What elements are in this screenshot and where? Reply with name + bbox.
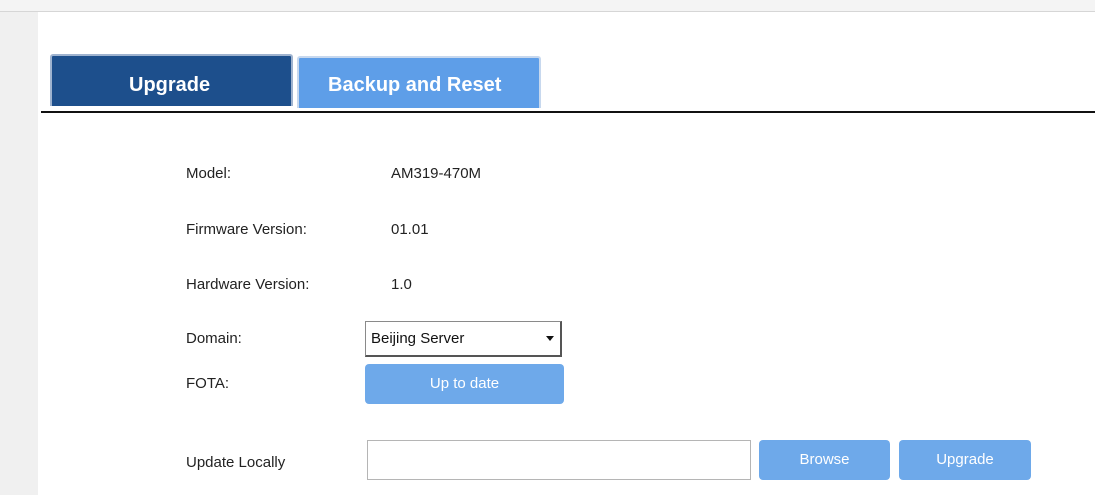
model-value: AM319-470M [391,165,482,182]
tab-upgrade-label: Upgrade [129,74,211,96]
model-label: Model: [186,165,232,182]
hardware-version-label: Hardware Version: [186,276,310,293]
left-sidebar-edge [0,0,38,495]
firmware-file-field[interactable] [367,440,751,480]
domain-label: Domain: [186,330,242,347]
fota-up-to-date-button[interactable]: Up to date [365,364,564,404]
firmware-version-value: 01.01 [391,221,429,238]
tab-backup-and-reset[interactable]: Backup and Reset [297,56,541,108]
tab-backup-and-reset-label: Backup and Reset [328,74,502,96]
chevron-down-icon [546,336,554,341]
top-bar [0,0,1095,12]
upgrade-button[interactable]: Upgrade [899,440,1031,480]
fota-label: FOTA: [186,375,230,392]
hardware-version-value: 1.0 [391,276,412,293]
upgrade-page: Upgrade Backup and Reset Model: AM319-47… [38,12,1095,495]
domain-select[interactable]: Beijing Server [365,321,562,357]
browse-button[interactable]: Browse [759,440,890,480]
tab-divider [41,111,1095,113]
tab-upgrade[interactable]: Upgrade [50,54,293,106]
domain-select-value: Beijing Server [371,330,465,347]
firmware-version-label: Firmware Version: [186,221,307,238]
update-locally-label: Update Locally [186,454,286,471]
